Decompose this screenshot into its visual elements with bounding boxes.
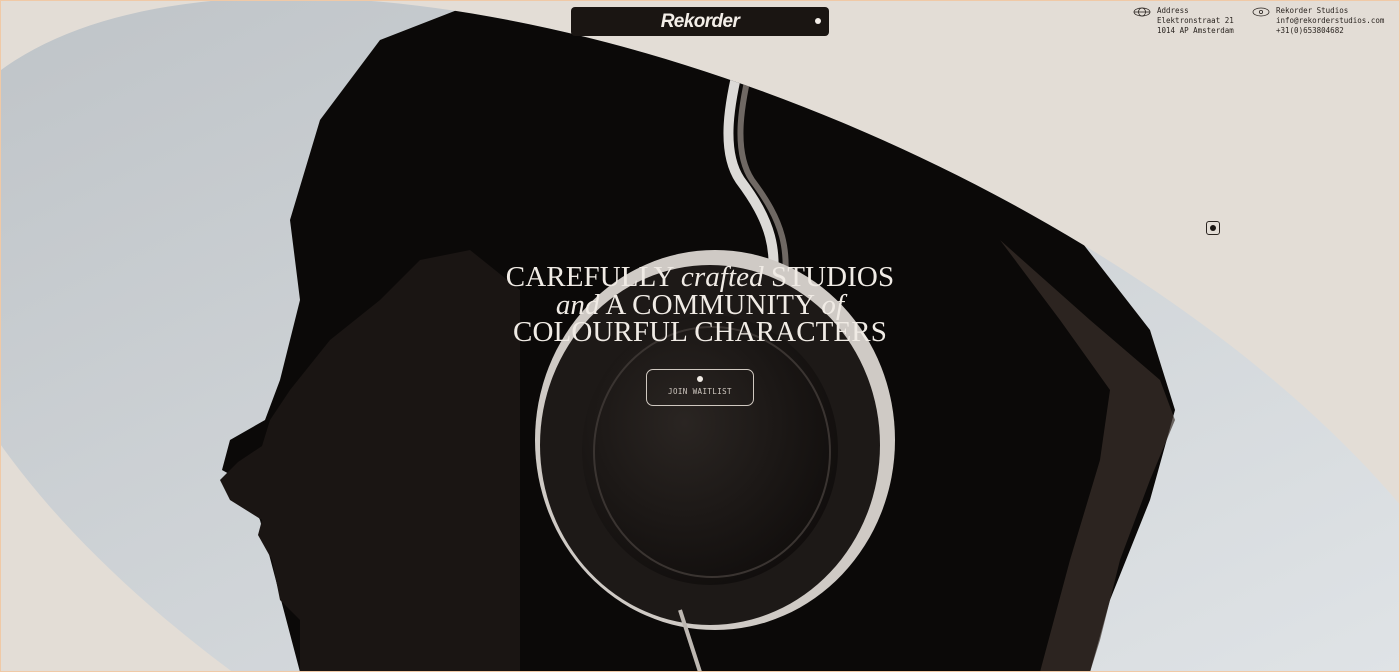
cta-dot-icon — [697, 376, 703, 382]
hero-headline: CAREFULLY crafted STUDIOS and A COMMUNIT… — [450, 263, 950, 348]
studio-phone-link[interactable]: +31(0)653804682 — [1276, 26, 1384, 36]
headline-line-1: CAREFULLY crafted STUDIOS — [450, 263, 950, 292]
address-line1: Elektronstraat 21 — [1157, 16, 1234, 25]
record-toggle-button[interactable] — [1206, 221, 1220, 235]
globe-icon — [1133, 7, 1151, 17]
studio-contact-block: Rekorder Studios info@rekorderstudios.co… — [1252, 6, 1384, 36]
brand-logo[interactable]: Rekorder — [661, 11, 740, 33]
join-waitlist-label: JOIN WAITLIST — [668, 387, 732, 396]
studio-email-link[interactable]: info@rekorderstudios.com — [1276, 16, 1384, 26]
headline-line-3: COLOURFUL CHARACTERS — [513, 316, 887, 348]
address-line2: 1014 AP Amsterdam — [1157, 26, 1234, 35]
join-waitlist-button[interactable]: JOIN WAITLIST — [646, 369, 754, 406]
address-block: Address Elektronstraat 21 1014 AP Amster… — [1133, 6, 1234, 36]
address-title: Address — [1157, 6, 1189, 15]
studio-name: Rekorder Studios — [1276, 6, 1349, 15]
at-sign-icon — [1252, 7, 1270, 17]
top-nav-bar: Rekorder — [571, 7, 829, 36]
headline-line-2: and A COMMUNITY of — [450, 290, 950, 319]
menu-dot-icon[interactable] — [815, 18, 821, 24]
